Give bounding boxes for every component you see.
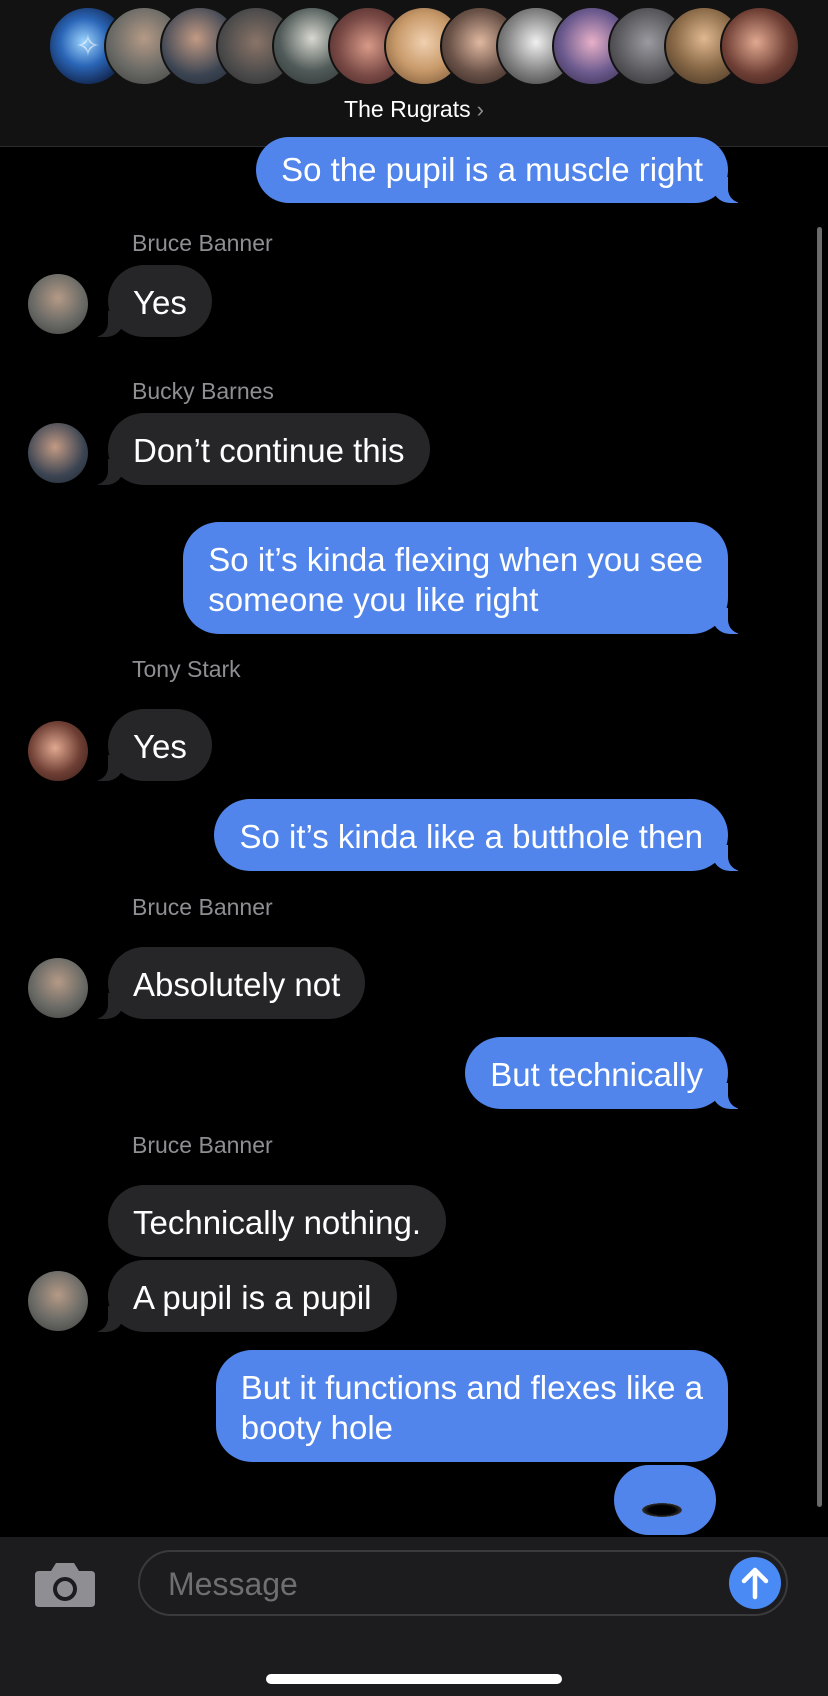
message-composer: [0, 1537, 828, 1696]
message-text: Don’t continue this: [133, 432, 405, 469]
message-list[interactable]: So the pupil is a muscle right Bruce Ban…: [0, 137, 828, 1537]
message-text-line: someone you like right: [208, 581, 539, 618]
sender-name: Tony Stark: [132, 656, 241, 682]
incoming-message-bubble[interactable]: Don’t continue this: [90, 413, 430, 485]
camera-button[interactable]: [33, 1561, 97, 1609]
avatar[interactable]: [28, 274, 88, 334]
sender-name: Bucky Barnes: [132, 378, 274, 404]
message-input[interactable]: [166, 1561, 710, 1607]
outgoing-emoji-bubble[interactable]: [614, 1465, 716, 1535]
message-text: A pupil is a pupil: [133, 1279, 372, 1316]
send-button[interactable]: [729, 1557, 781, 1609]
message-text: But technically: [490, 1056, 703, 1093]
outgoing-message-bubble[interactable]: So it’s kinda flexing when you see someo…: [183, 522, 746, 634]
sender-name: Bruce Banner: [132, 230, 273, 256]
outgoing-message-bubble[interactable]: But technically: [465, 1037, 746, 1109]
message-text: Technically nothing.: [133, 1204, 422, 1241]
outgoing-message-bubble[interactable]: So it’s kinda like a butthole then: [214, 799, 746, 871]
camera-icon: [35, 1563, 95, 1607]
message-text-line: But it functions and flexes like a: [240, 1369, 703, 1406]
member-avatar-strip[interactable]: ✧: [48, 6, 828, 88]
outgoing-message-bubble[interactable]: But it functions and flexes like a booty…: [215, 1350, 728, 1462]
incoming-message-bubble[interactable]: Yes: [90, 265, 212, 337]
hole-emoji-icon: [642, 1503, 682, 1517]
arrow-up-icon: [741, 1567, 769, 1600]
group-name-button[interactable]: The Rugrats ›: [0, 96, 828, 123]
message-text: Absolutely not: [133, 966, 341, 1003]
chevron-right-icon: ›: [476, 97, 484, 122]
conversation-header: ✧ The Rugrats ›: [0, 0, 828, 147]
sender-name: Bruce Banner: [132, 894, 273, 920]
message-input-field[interactable]: [138, 1550, 788, 1616]
incoming-message-bubble[interactable]: A pupil is a pupil: [90, 1260, 397, 1332]
message-text-line: So it’s kinda flexing when you see: [208, 541, 703, 578]
scrollbar[interactable]: [817, 227, 822, 1507]
outgoing-message-bubble[interactable]: So the pupil is a muscle right: [256, 137, 746, 203]
incoming-message-bubble[interactable]: Yes: [90, 709, 212, 781]
member-avatar-tony-stark[interactable]: [720, 6, 800, 86]
home-indicator[interactable]: [266, 1674, 562, 1684]
imessage-conversation-screen: ✧ The Rugrats › So the pupil is a muscle …: [0, 0, 828, 1696]
incoming-message-bubble[interactable]: Technically nothing.: [108, 1185, 447, 1257]
avatar[interactable]: [28, 721, 88, 781]
message-text-line: booty hole: [240, 1409, 394, 1446]
message-text: Yes: [133, 728, 187, 765]
message-text: So the pupil is a muscle right: [281, 151, 703, 188]
sender-name: Bruce Banner: [132, 1132, 273, 1158]
incoming-message-bubble[interactable]: Absolutely not: [89, 947, 366, 1019]
group-name-label: The Rugrats: [344, 96, 471, 122]
message-text: So it’s kinda like a butthole then: [239, 818, 703, 855]
avatar[interactable]: [28, 1271, 88, 1331]
message-text: Yes: [133, 284, 187, 321]
avatar[interactable]: [28, 423, 88, 483]
avatar[interactable]: [28, 958, 88, 1018]
